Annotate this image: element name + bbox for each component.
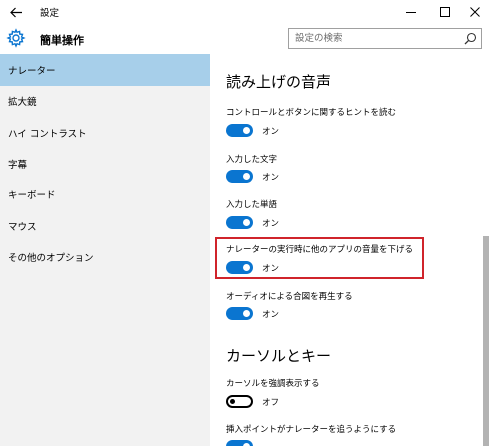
close-button[interactable] xyxy=(462,2,488,22)
setting-label-lower-other-apps-volume: ナレーターの実行時に他のアプリの音量を下げる xyxy=(226,245,414,255)
section-title-reading-voice: 読み上げの音声 xyxy=(226,73,332,91)
sidebar-item-keyboard[interactable]: キーボード xyxy=(0,178,210,210)
toggle-knob xyxy=(243,219,250,226)
setting-label-typed-characters: 入力した文字 xyxy=(226,155,278,165)
toggle-state-typed-characters: オン xyxy=(262,173,280,183)
toggle-typed-characters[interactable] xyxy=(226,170,253,183)
maximize-button[interactable] xyxy=(432,2,458,22)
gear-icon xyxy=(6,28,26,48)
toggle-lower-other-apps-volume[interactable] xyxy=(226,261,253,274)
page-title: 簡単操作 xyxy=(40,34,84,47)
toggle-read-hints[interactable] xyxy=(226,124,253,137)
toggle-knob xyxy=(243,127,250,134)
toggle-knob xyxy=(230,399,235,404)
search-box[interactable] xyxy=(288,28,482,49)
back-button[interactable] xyxy=(4,2,28,22)
toggle-state-lower-other-apps-volume: オン xyxy=(262,264,280,274)
sidebar-item-label: マウス xyxy=(8,222,37,233)
toggle-knob xyxy=(243,310,250,317)
window-title: 設定 xyxy=(40,8,60,19)
sidebar-item-label: ナレーター xyxy=(8,66,56,77)
toggle-state-audio-cues: オン xyxy=(262,310,280,320)
sidebar-item-label: キーボード xyxy=(8,190,56,201)
sidebar-item-other-options[interactable]: その他のオプション xyxy=(0,241,210,273)
toggle-state-typed-words: オン xyxy=(262,219,280,229)
section-title-cursor-and-keys: カーソルとキー xyxy=(226,347,332,365)
sidebar-item-captions[interactable]: 字幕 xyxy=(0,148,210,180)
sidebar-item-mouse[interactable]: マウス xyxy=(0,210,210,242)
sidebar-item-narrator[interactable]: ナレーター xyxy=(0,54,210,86)
toggle-knob xyxy=(243,264,250,271)
setting-label-read-hints: コントロールとボタンに関するヒントを読む xyxy=(226,108,397,118)
search-icon[interactable] xyxy=(464,32,477,45)
title-bar: 設定 xyxy=(0,0,490,24)
setting-label-insertion-point-follows: 挿入ポイントがナレーターを追うようにする xyxy=(226,425,397,435)
toggle-insertion-point-follows[interactable] xyxy=(226,440,253,446)
sidebar-item-label: 拡大鏡 xyxy=(8,97,37,108)
back-arrow-icon xyxy=(9,7,22,17)
sidebar: ナレーター 拡大鏡 ハイ コントラスト 字幕 キーボード マウス その他のオプシ… xyxy=(0,54,210,446)
scrollbar[interactable] xyxy=(480,54,490,446)
scrollbar-thumb[interactable] xyxy=(483,236,489,446)
search-input[interactable] xyxy=(289,29,459,48)
sidebar-item-magnifier[interactable]: 拡大鏡 xyxy=(0,85,210,117)
sidebar-item-label: その他のオプション xyxy=(8,253,94,264)
main-content: 読み上げの音声 コントロールとボタンに関するヒントを読む オン 入力した文字 オ… xyxy=(210,54,480,446)
toggle-knob xyxy=(243,173,250,180)
sidebar-item-label: ハイ コントラスト xyxy=(8,129,87,140)
setting-label-highlight-cursor: カーソルを強調表示する xyxy=(226,379,320,389)
minimize-button[interactable] xyxy=(398,2,424,22)
toggle-typed-words[interactable] xyxy=(226,216,253,229)
sidebar-item-high-contrast[interactable]: ハイ コントラスト xyxy=(0,117,210,149)
page-header: 簡単操作 xyxy=(0,24,490,54)
toggle-state-read-hints: オン xyxy=(262,127,280,137)
setting-label-audio-cues: オーディオによる合図を再生する xyxy=(226,292,353,302)
toggle-audio-cues[interactable] xyxy=(226,307,253,320)
close-icon xyxy=(470,7,480,17)
minimize-icon xyxy=(406,12,416,13)
sidebar-item-label: 字幕 xyxy=(8,160,28,171)
setting-label-typed-words: 入力した単語 xyxy=(226,200,278,210)
toggle-highlight-cursor[interactable] xyxy=(226,395,253,408)
maximize-icon xyxy=(440,7,450,17)
toggle-state-highlight-cursor: オフ xyxy=(262,398,280,408)
